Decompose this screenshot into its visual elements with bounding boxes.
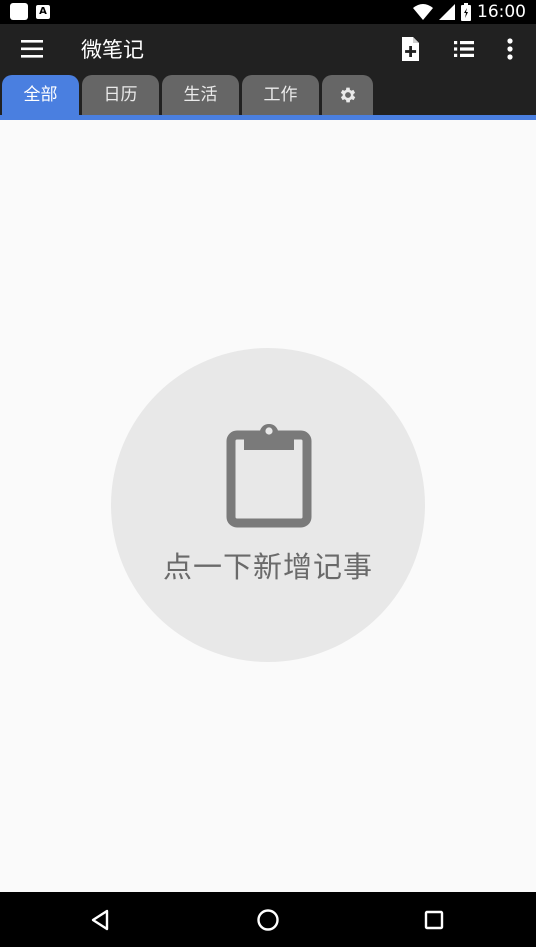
back-icon <box>91 909 109 931</box>
a-icon: A <box>36 4 50 19</box>
navigation-bar <box>0 892 536 947</box>
screen: A 16:00 微笔记 全部 日历 生活 工作 点一下新增记事 <box>0 0 536 947</box>
gear-icon <box>340 87 355 103</box>
more-icon <box>507 38 513 60</box>
status-time: 16:00 <box>477 2 526 22</box>
new-note-button[interactable] <box>394 33 426 65</box>
clipboard-icon <box>226 424 312 528</box>
list-view-icon <box>454 41 474 57</box>
list-view-button[interactable] <box>448 33 480 65</box>
battery-icon <box>461 3 471 21</box>
new-note-icon <box>402 37 419 61</box>
signal-icon <box>439 4 455 20</box>
tab-work[interactable]: 工作 <box>242 75 319 115</box>
recents-icon <box>424 910 444 930</box>
add-note-placeholder[interactable]: 点一下新增记事 <box>111 348 425 662</box>
tab-settings[interactable] <box>322 75 373 115</box>
tab-calendar[interactable]: 日历 <box>82 75 159 115</box>
notification-square-icon <box>10 3 28 20</box>
more-options-button[interactable] <box>494 33 526 65</box>
menu-icon <box>21 40 43 58</box>
toolbar: 微笔记 <box>0 24 536 74</box>
tab-life[interactable]: 生活 <box>162 75 239 115</box>
home-icon <box>257 909 279 931</box>
wifi-icon <box>413 4 433 20</box>
tab-strip: 全部 日历 生活 工作 <box>0 74 536 115</box>
home-button[interactable] <box>252 904 284 936</box>
app-title: 微笔记 <box>81 38 144 62</box>
notes-content: 点一下新增记事 <box>1 120 535 892</box>
menu-button[interactable] <box>12 31 52 67</box>
tab-all[interactable]: 全部 <box>2 75 79 115</box>
empty-state-text: 点一下新增记事 <box>162 550 373 584</box>
recents-button[interactable] <box>418 904 450 936</box>
status-bar: A 16:00 <box>0 0 536 24</box>
back-button[interactable] <box>85 904 117 936</box>
